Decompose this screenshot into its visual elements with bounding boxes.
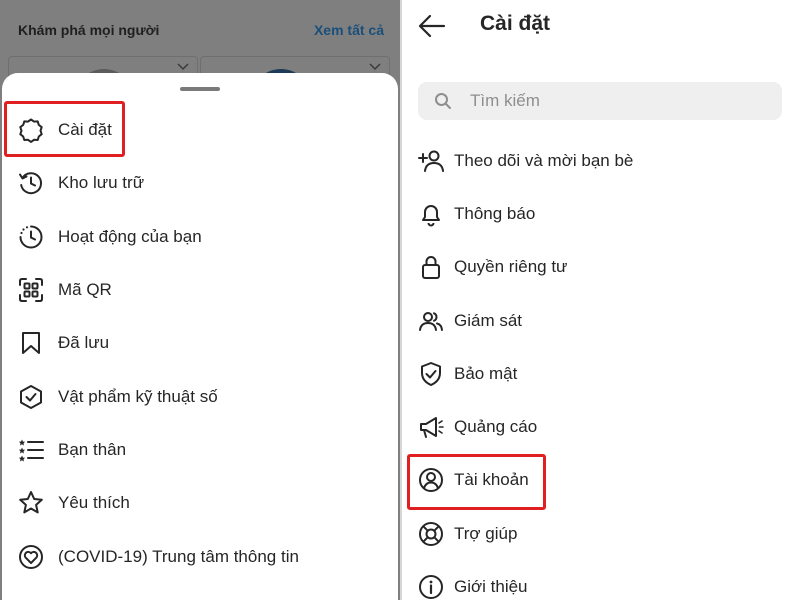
settings-item-label: Tài khoản [454, 470, 529, 489]
menu-item-saved[interactable]: Đã lưu [2, 319, 398, 367]
info-icon [419, 575, 443, 599]
menu-item-covid-info[interactable]: (COVID-19) Trung tâm thông tin [2, 533, 398, 581]
settings-item-label: Giám sát [454, 311, 523, 330]
bell-icon [422, 205, 440, 227]
menu-item-activity[interactable]: Hoạt động của bạn [2, 213, 398, 261]
settings-item-label: Trợ giúp [454, 524, 518, 543]
settings-item-about[interactable]: Giới thiệu [402, 563, 800, 600]
menu-item-label: Hoạt động của bạn [58, 227, 202, 246]
people-icon [419, 312, 443, 331]
chevron-down-icon[interactable] [177, 61, 189, 73]
see-all-link[interactable]: Xem tất cả [314, 22, 384, 38]
settings-item-label: Quảng cáo [454, 417, 538, 436]
settings-item-label: Thông báo [454, 204, 536, 223]
settings-item-supervision[interactable]: Giám sát [402, 297, 800, 345]
settings-item-security[interactable]: Bảo mật [402, 350, 800, 398]
sheet-drag-handle[interactable] [180, 87, 220, 91]
settings-panel: Cài đặt Theo dõi và mời bạn bè Thông báo… [402, 0, 800, 600]
settings-item-account[interactable]: Tài khoản [402, 456, 800, 504]
lifebuoy-icon [419, 522, 443, 546]
shield-check-icon [20, 385, 42, 409]
shield-check-icon [421, 362, 441, 386]
menu-item-archive[interactable]: Kho lưu trữ [2, 159, 398, 207]
settings-item-label: Giới thiệu [454, 577, 528, 596]
megaphone-icon [420, 417, 444, 438]
menu-item-label: Đã lưu [58, 333, 110, 352]
qr-code-icon [19, 278, 43, 302]
menu-item-label: Bạn thân [58, 440, 127, 459]
settings-item-privacy[interactable]: Quyền riêng tư [402, 243, 800, 291]
gear-icon [19, 118, 43, 143]
bookmark-icon [22, 332, 40, 354]
search-bar[interactable] [418, 82, 782, 120]
star-icon [19, 491, 43, 514]
menu-item-settings[interactable]: Cài đặt [2, 106, 398, 154]
settings-item-ads[interactable]: Quảng cáo [402, 403, 800, 451]
search-icon [435, 93, 451, 109]
menu-item-label: Mã QR [58, 280, 112, 299]
explore-title: Khám phá mọi người [18, 22, 160, 38]
settings-item-help[interactable]: Trợ giúp [402, 510, 800, 558]
explore-header: Khám phá mọi người Xem tất cả [18, 22, 384, 42]
menu-item-digital-collectibles[interactable]: Vật phẩm kỹ thuật số [2, 373, 398, 421]
archive-history-icon [19, 172, 43, 195]
menu-item-qr-code[interactable]: Mã QR [2, 266, 398, 314]
chevron-down-icon[interactable] [369, 61, 381, 73]
back-arrow-icon[interactable] [416, 10, 448, 42]
settings-item-label: Quyền riêng tư [454, 257, 568, 276]
account-circle-icon [419, 468, 443, 492]
settings-item-notifications[interactable]: Thông báo [402, 190, 800, 238]
settings-item-label: Bảo mật [454, 364, 518, 383]
menu-item-label: (COVID-19) Trung tâm thông tin [58, 547, 299, 566]
settings-item-label: Theo dõi và mời bạn bè [454, 151, 634, 170]
close-friends-list-icon [18, 439, 44, 462]
menu-item-label: Yêu thích [58, 493, 130, 512]
left-panel: Khám phá mọi người Xem tất cả Cài đặt Kh… [0, 0, 400, 600]
menu-item-favorites[interactable]: Yêu thích [2, 479, 398, 527]
menu-item-label: Vật phẩm kỹ thuật số [58, 387, 218, 406]
activity-clock-icon [19, 225, 43, 249]
heart-info-icon [19, 545, 43, 569]
search-input[interactable] [470, 82, 770, 120]
lock-icon [422, 256, 440, 279]
menu-sheet: Cài đặt Kho lưu trữ Hoạt động của bạn Mã… [2, 73, 398, 600]
add-person-icon [418, 150, 444, 172]
menu-item-label: Cài đặt [58, 120, 112, 139]
menu-item-label: Kho lưu trữ [58, 173, 145, 192]
settings-item-follow-invite[interactable]: Theo dõi và mời bạn bè [402, 137, 800, 185]
menu-item-close-friends[interactable]: Bạn thân [2, 426, 398, 474]
page-title: Cài đặt [480, 12, 551, 35]
